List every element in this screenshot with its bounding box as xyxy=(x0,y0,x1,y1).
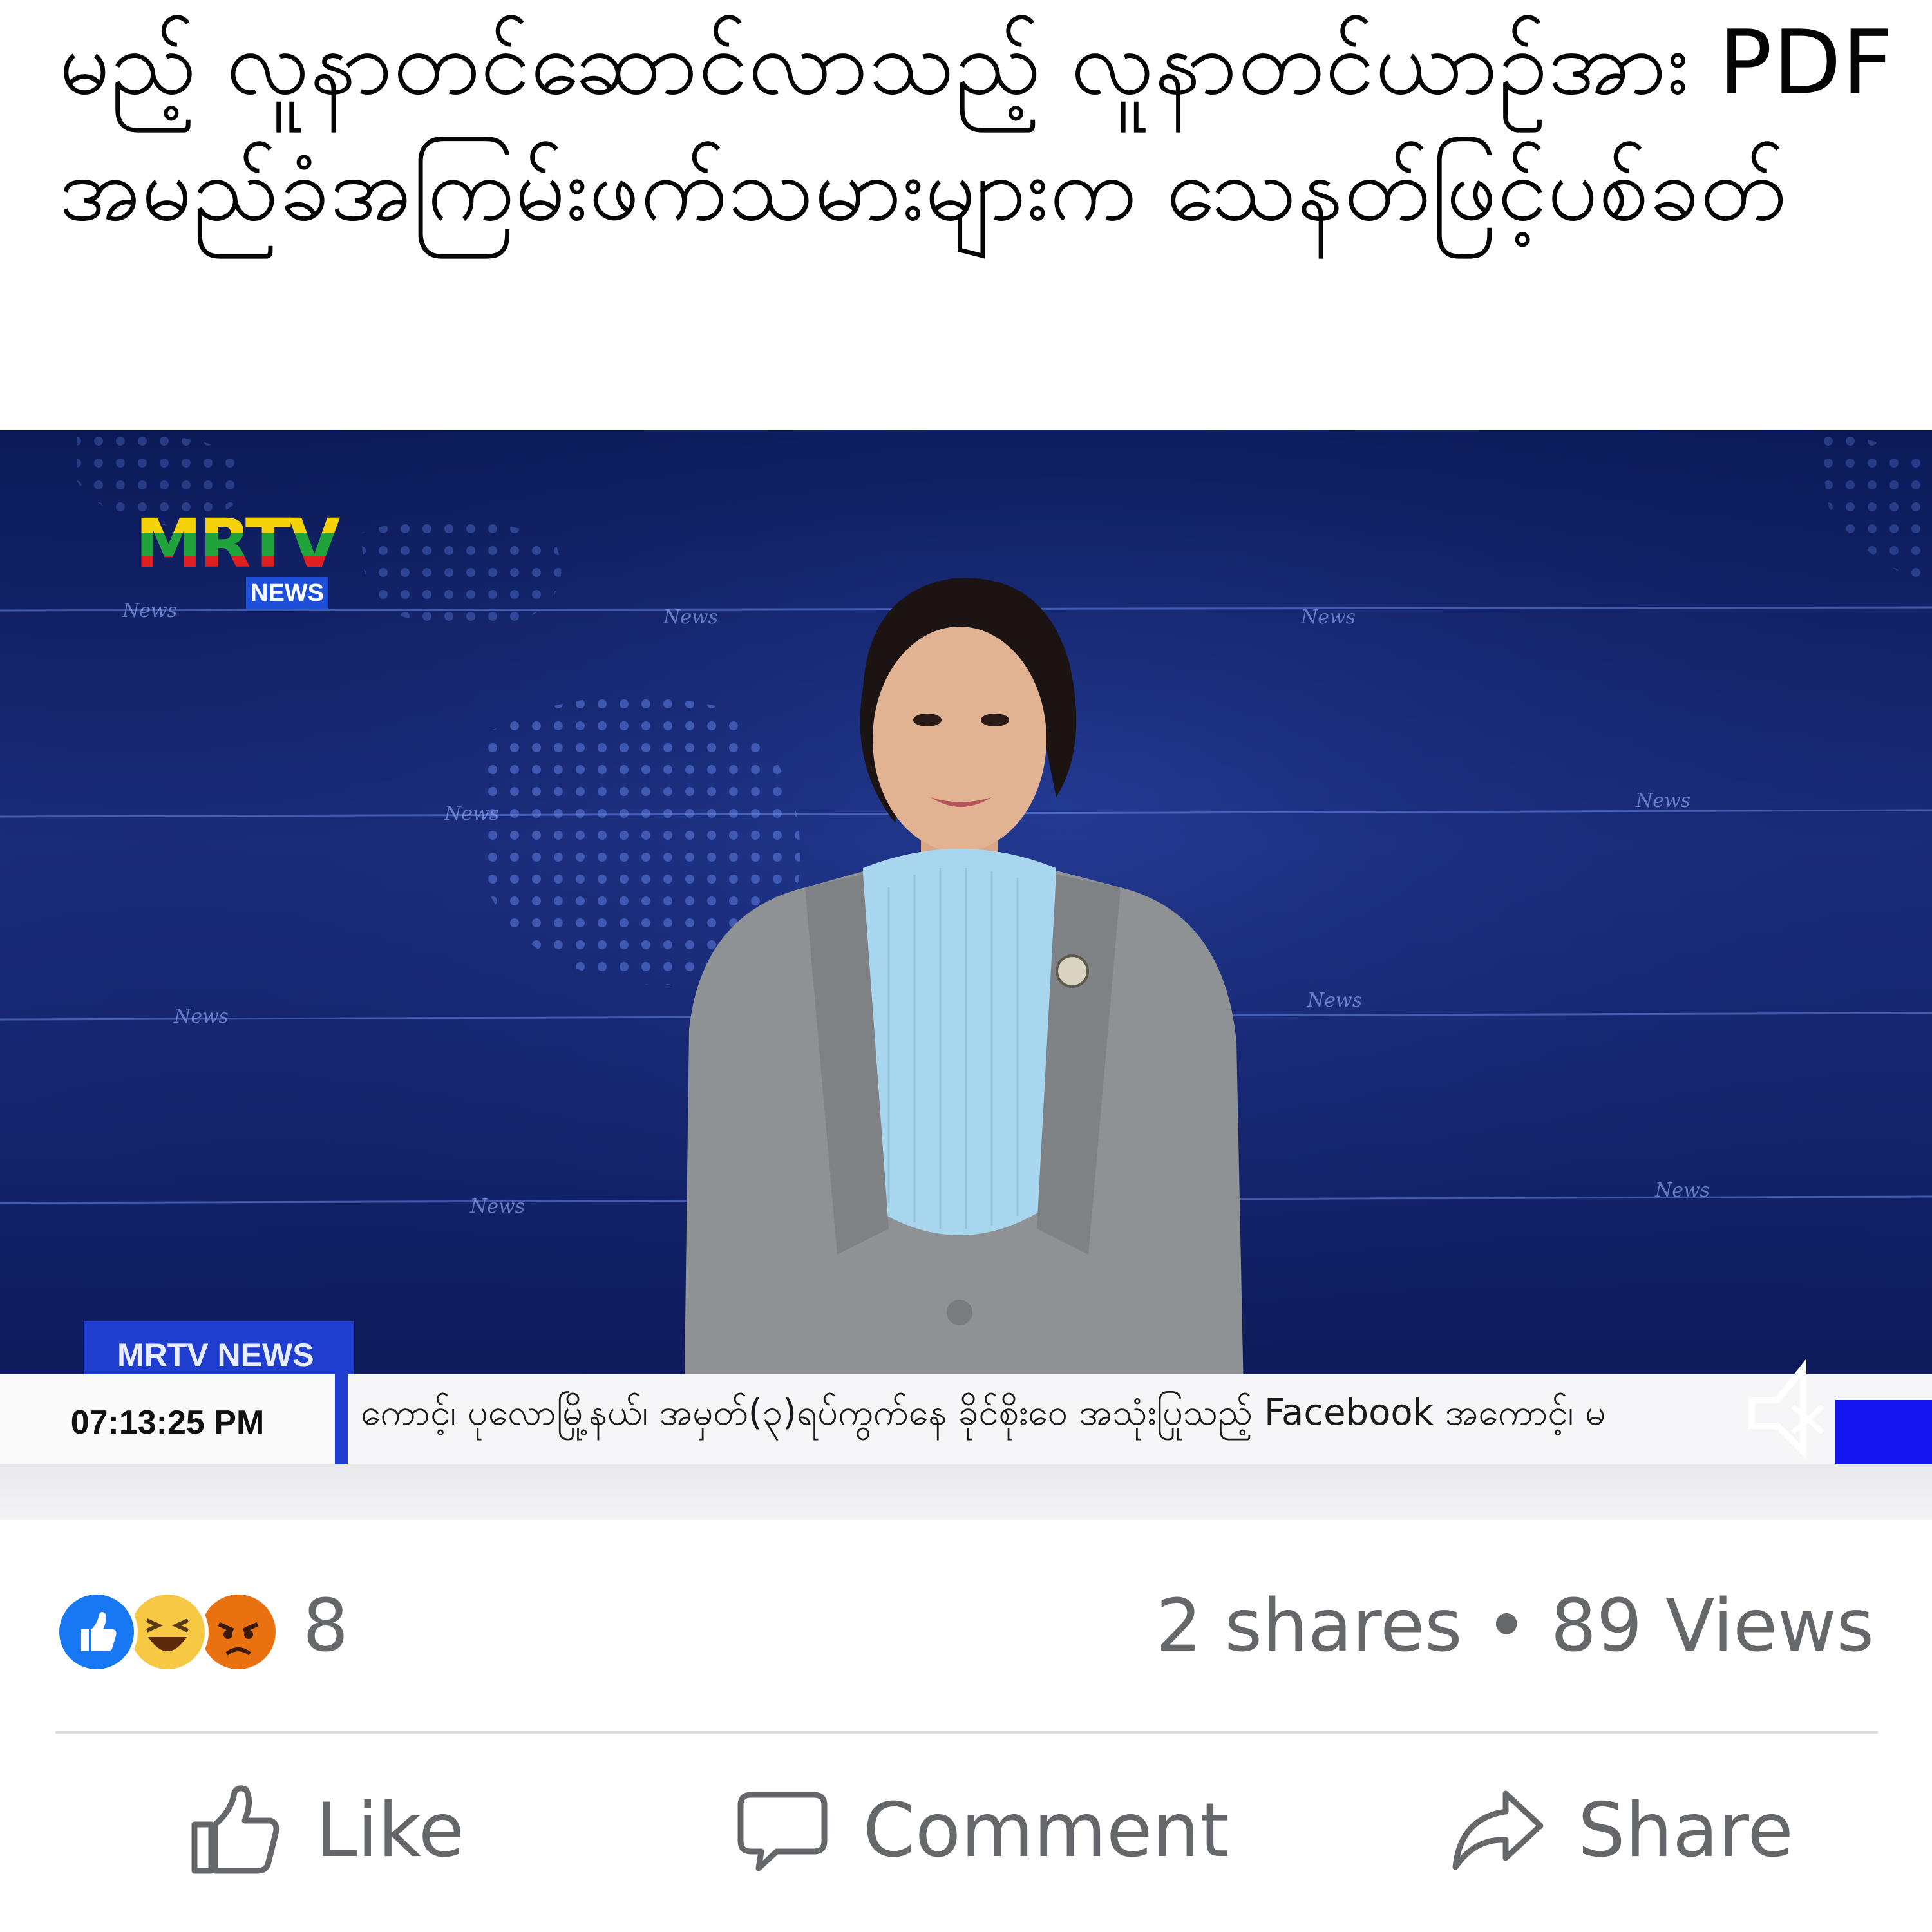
shares-views[interactable]: 2 shares • 89 Views xyxy=(1156,1584,1874,1668)
news-ticker: 07:13:25 PM ကောင့်၊ ပုလောမြို့နယ်၊ အမှတ်… xyxy=(0,1358,1932,1464)
svg-text:News: News xyxy=(469,1195,525,1218)
thumbs-up-icon xyxy=(191,1785,279,1874)
comment-label: Comment xyxy=(863,1786,1229,1874)
svg-text:News: News xyxy=(1635,790,1690,812)
svg-text:News: News xyxy=(173,1005,229,1028)
post-text: မည့် လူနာတင်ဆောင်လာသည့် လူနာတင်ယာဉ်အား P… xyxy=(59,11,1894,241)
share-button[interactable]: Share xyxy=(1449,1734,1794,1927)
share-label: Share xyxy=(1578,1786,1794,1874)
svg-text:News: News xyxy=(1654,1179,1710,1202)
comment-button[interactable]: Comment xyxy=(734,1734,1229,1927)
svg-text:News: News xyxy=(1307,989,1362,1012)
reaction-count[interactable]: 8 xyxy=(303,1584,348,1668)
video-player[interactable]: News News News News News News News News … xyxy=(0,430,1932,1520)
ticker-end-block xyxy=(1835,1400,1932,1464)
svg-text:MRTV: MRTV xyxy=(135,504,340,583)
mute-icon[interactable] xyxy=(1739,1342,1829,1464)
angry-reaction-icon xyxy=(197,1591,279,1673)
like-button[interactable]: Like xyxy=(187,1734,464,1927)
ticker-text: ကောင့်၊ ပုလောမြို့နယ်၊ အမှတ်(၃)ရပ်ကွက်နေ… xyxy=(361,1392,1606,1434)
like-label: Like xyxy=(316,1786,465,1874)
haha-reaction-icon xyxy=(126,1591,209,1673)
svg-text:News: News xyxy=(1300,606,1356,629)
share-arrow-icon xyxy=(1452,1790,1544,1870)
post-stats: 8 2 shares • 89 Views xyxy=(0,1546,1932,1707)
news-desk xyxy=(0,1464,1932,1520)
like-reaction-icon xyxy=(55,1591,138,1673)
ticker-clock: 07:13:25 PM xyxy=(0,1374,348,1464)
svg-text:News: News xyxy=(444,802,499,825)
svg-text:News: News xyxy=(122,600,177,622)
logo-news-badge: NEWS xyxy=(246,577,328,609)
comment-icon xyxy=(737,1792,828,1871)
post-actions: Like Comment Share xyxy=(0,1734,1932,1932)
